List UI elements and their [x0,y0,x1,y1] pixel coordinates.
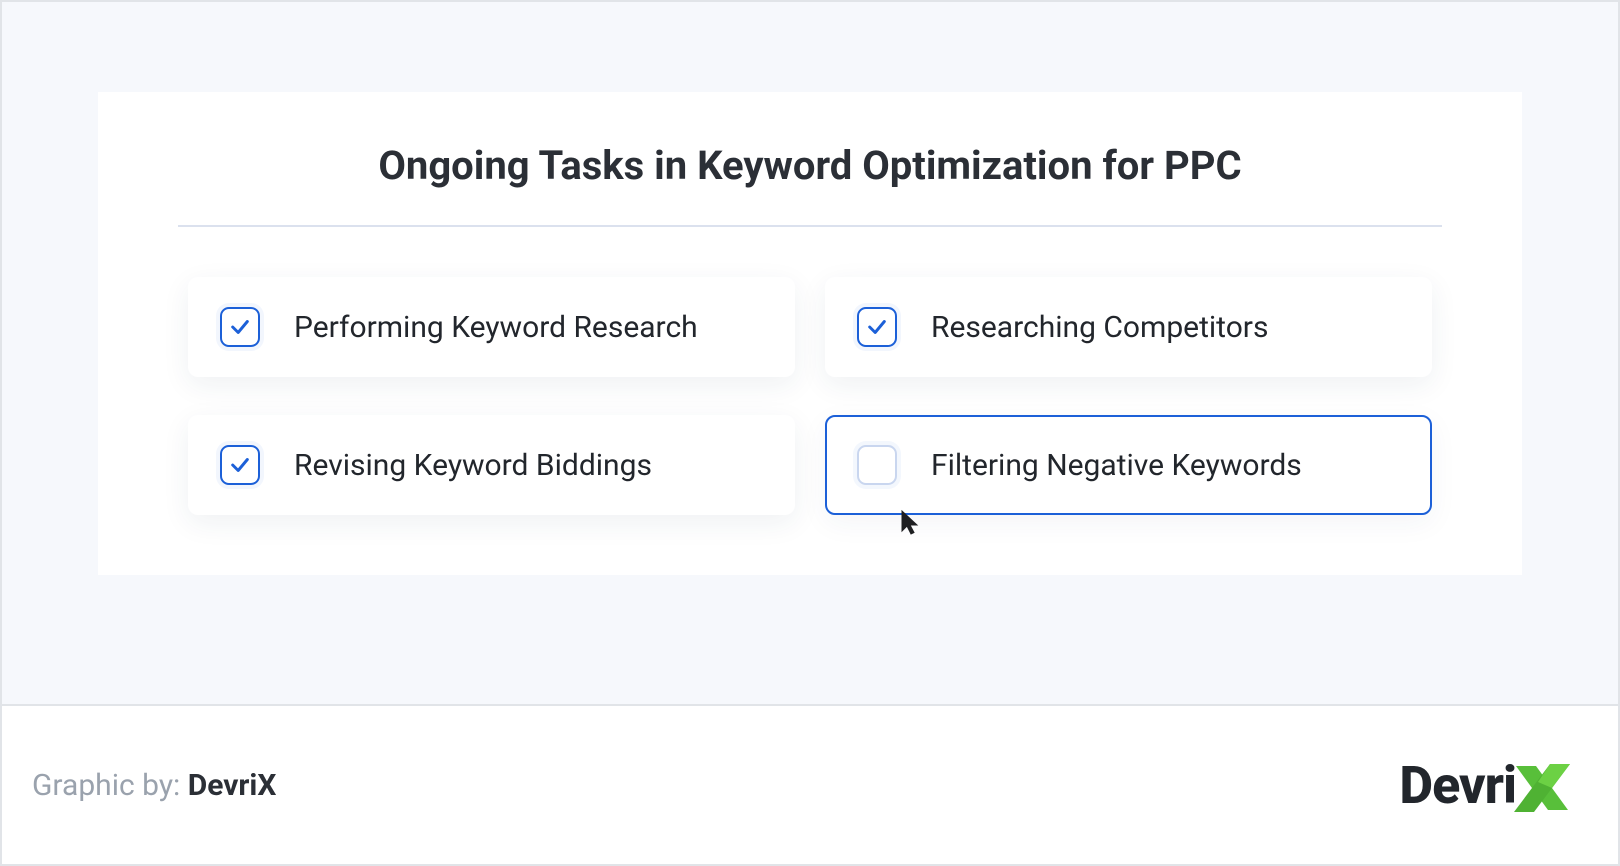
content-card: Ongoing Tasks in Keyword Optimization fo… [98,92,1522,575]
cursor-icon [899,509,921,537]
credit-brand: DevriX [188,768,277,803]
task-label: Performing Keyword Research [294,310,698,345]
task-label: Revising Keyword Biddings [294,448,652,483]
checkbox-unchecked-icon[interactable] [857,445,897,485]
checkbox-checked-icon[interactable] [220,445,260,485]
checkbox-checked-icon[interactable] [220,307,260,347]
credit-text: Graphic by: DevriX [32,768,276,803]
task-grid: Performing Keyword Research Researching … [178,277,1442,515]
task-label: Filtering Negative Keywords [931,448,1302,483]
task-item-active[interactable]: Filtering Negative Keywords [825,415,1432,515]
logo-x-icon [1508,752,1578,822]
footer: Graphic by: DevriX Devri [2,704,1618,864]
card-title: Ongoing Tasks in Keyword Optimization fo… [178,142,1442,225]
devrix-logo: Devri [1399,748,1578,822]
logo-text: Devri [1399,755,1516,816]
task-label: Researching Competitors [931,310,1268,345]
task-item[interactable]: Revising Keyword Biddings [188,415,795,515]
task-item[interactable]: Performing Keyword Research [188,277,795,377]
main-area: Ongoing Tasks in Keyword Optimization fo… [2,2,1618,704]
credit-prefix: Graphic by: [32,768,188,803]
checkbox-checked-icon[interactable] [857,307,897,347]
task-item[interactable]: Researching Competitors [825,277,1432,377]
divider [178,225,1442,227]
